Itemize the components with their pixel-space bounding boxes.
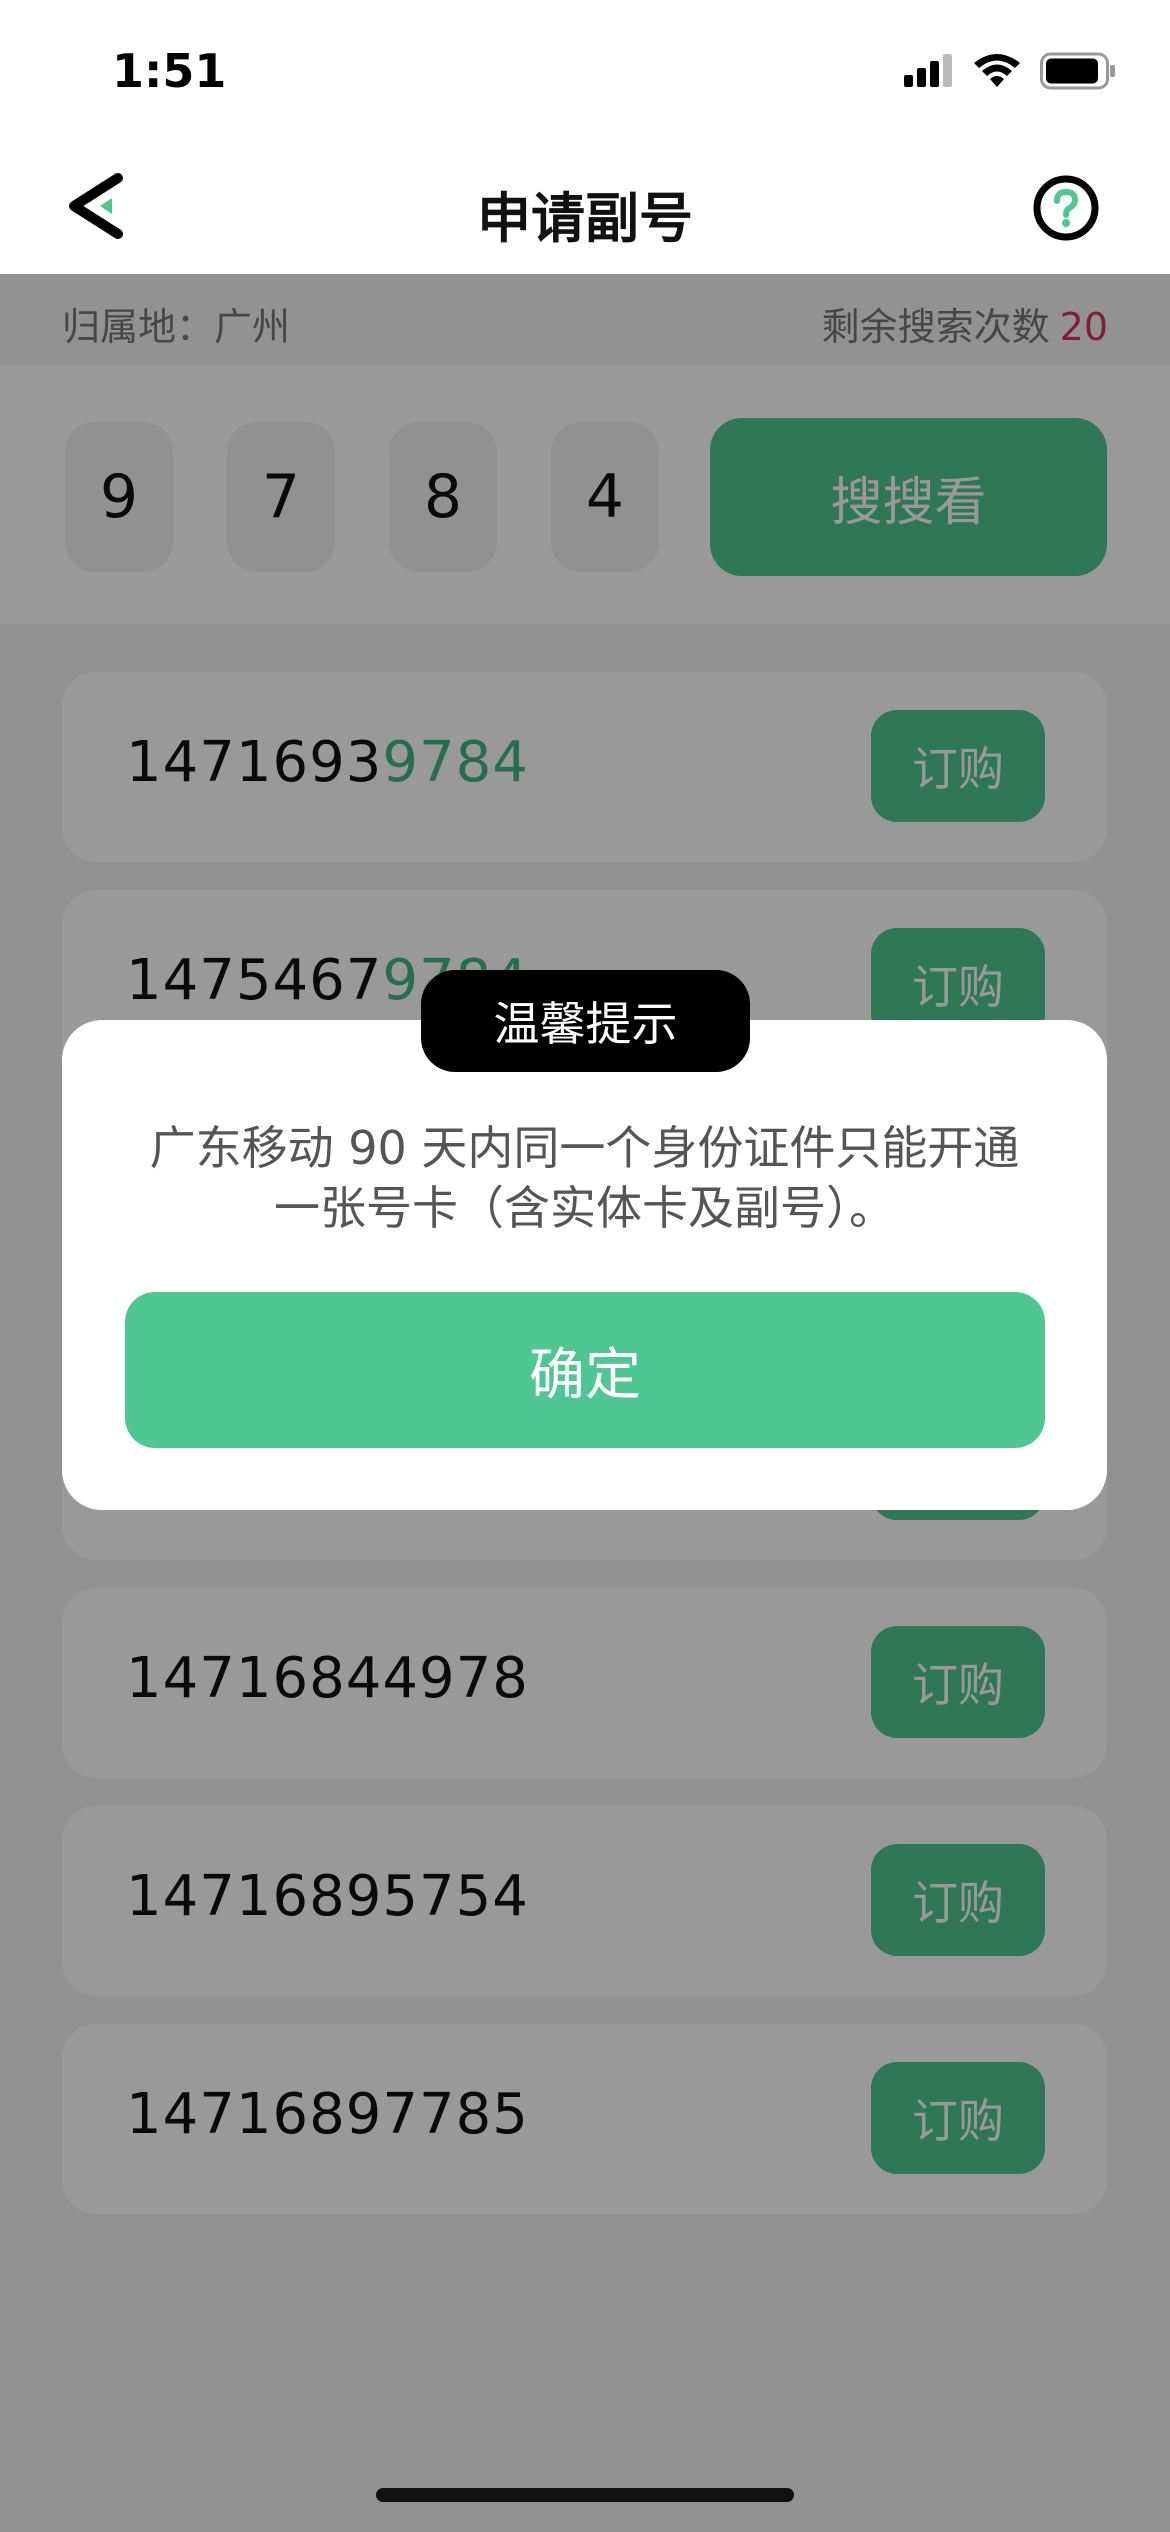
nav-bar: 申请副号 bbox=[0, 140, 1170, 274]
status-icons bbox=[902, 52, 1116, 90]
dialog-message: 广东移动 90 天内同一个身份证件只能开通一张号卡（含实体卡及副号）。 bbox=[149, 1121, 1020, 1235]
home-indicator bbox=[376, 2488, 794, 2502]
status-time: 1:51 bbox=[112, 44, 227, 98]
signal-icon bbox=[904, 54, 952, 87]
question-circle-icon[interactable] bbox=[1032, 174, 1100, 242]
battery-icon bbox=[1040, 52, 1115, 90]
page-title: 申请副号 bbox=[477, 187, 693, 250]
dialog-title: 温馨提示 bbox=[421, 970, 750, 1072]
confirm-button[interactable]: 确定 bbox=[125, 1292, 1045, 1448]
wifi-icon bbox=[974, 54, 1020, 87]
status-bar: 1:51 bbox=[0, 0, 1170, 140]
